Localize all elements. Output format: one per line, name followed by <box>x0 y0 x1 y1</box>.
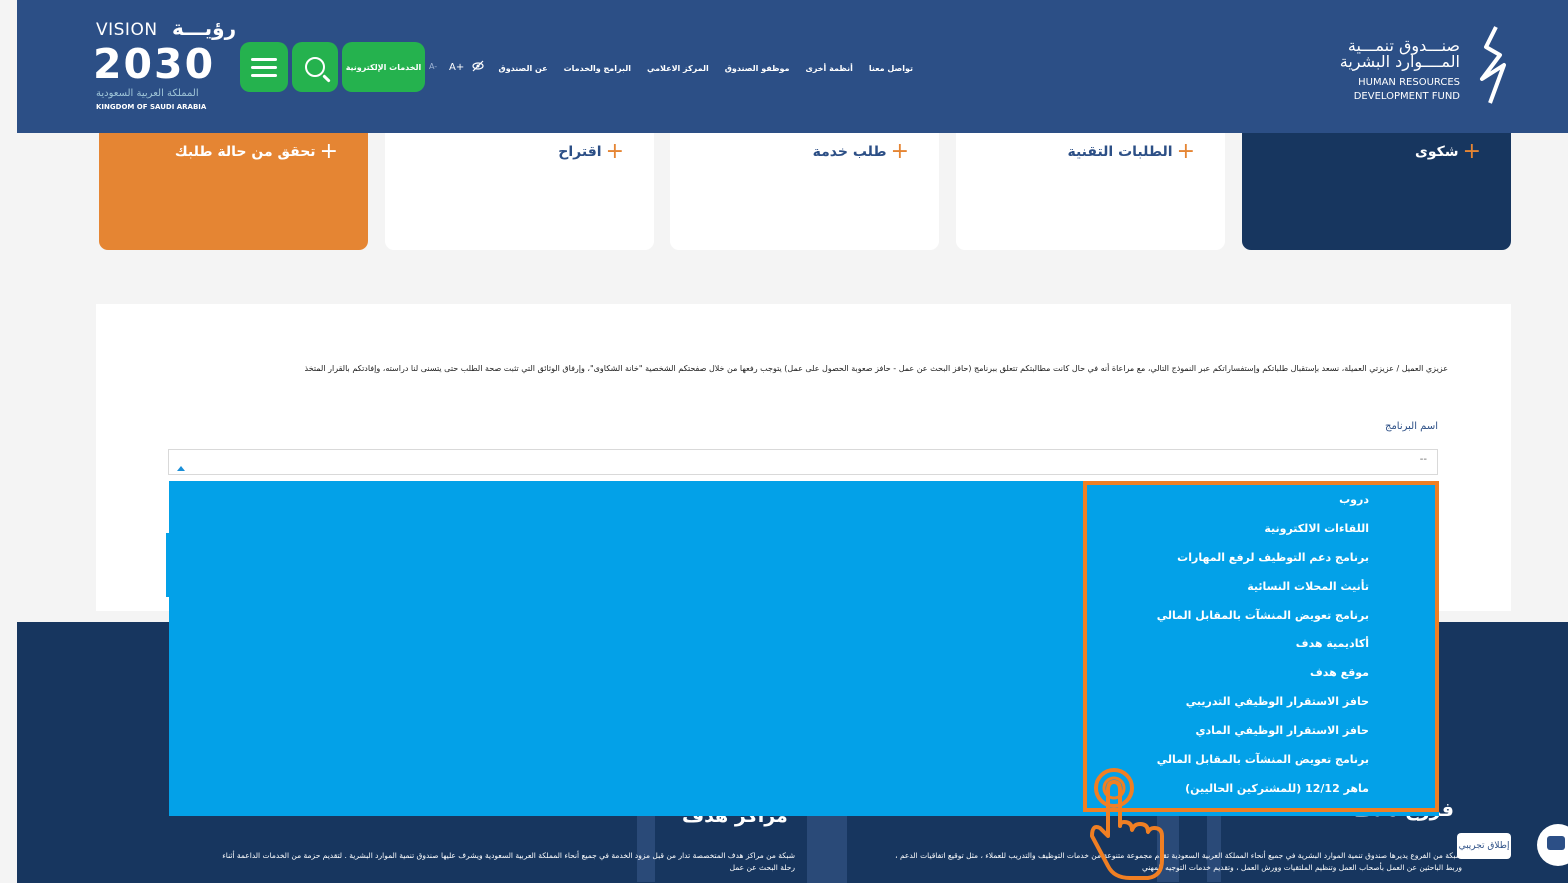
program-select-value: -- <box>1419 454 1427 465</box>
text-size-decrease[interactable]: A- <box>429 62 437 71</box>
plus-icon: + <box>1176 139 1195 164</box>
vision-kingdom-arabic: المملكة العربية السعودية <box>96 88 199 99</box>
nav-employees[interactable]: موظفو الصندوق <box>725 64 790 73</box>
nav-contact[interactable]: تواصل معنا <box>869 64 913 73</box>
vision-word: VISION <box>96 20 158 40</box>
service-request-card[interactable]: +طلب خدمة <box>670 133 939 250</box>
menu-button[interactable] <box>240 42 288 92</box>
hrdf-english-line2: DEVELOPMENT FUND <box>1353 91 1460 102</box>
complaint-card[interactable]: +شكوى <box>1242 133 1511 250</box>
options-highlight-box <box>1083 481 1439 812</box>
service-card-title: +طلب خدمة <box>812 139 909 164</box>
vision-year: 2030 <box>93 40 216 88</box>
program-name-select[interactable]: -- <box>168 449 1438 475</box>
nav-programs[interactable]: البرامج والخدمات <box>564 64 631 73</box>
branches-text: شبكة من الفروع يديرها صندوق تنمية الموار… <box>895 851 1462 872</box>
plus-icon: + <box>890 139 909 164</box>
search-icon <box>305 57 325 77</box>
search-button[interactable] <box>292 42 338 92</box>
plus-icon: + <box>1462 139 1481 164</box>
plus-icon: + <box>319 139 338 164</box>
hrdf-english-line1: HUMAN RESOURCES <box>1358 77 1460 88</box>
vision-kingdom-english: KINGDOM OF SAUDI ARABIA <box>96 103 207 111</box>
centers-text: شبكة من مراكز هدف المتخصصة تدار من قبل م… <box>222 851 795 872</box>
nav-about[interactable]: عن الصندوق <box>499 64 548 73</box>
caret-up-icon <box>177 466 185 471</box>
check-status-card[interactable]: +تحقق من حالة طلبك <box>99 133 368 250</box>
site-header: VISION رؤيـــة 2030 المملكة العربية السع… <box>17 0 1568 133</box>
e-services-button[interactable]: الخدمات الإلكترونية <box>342 42 425 92</box>
vision-arabic-word: رؤيـــة <box>172 16 237 40</box>
technical-requests-card[interactable]: +الطلبات التقنية <box>956 133 1225 250</box>
hrdf-mark-icon <box>1480 26 1506 104</box>
text-size-increase[interactable]: A+ <box>449 62 464 73</box>
main-nav: عن الصندوق البرامج والخدمات المركز الاعل… <box>499 64 913 73</box>
complaint-card-title: +شكوى <box>1415 139 1481 164</box>
hand-cursor-icon <box>1090 768 1164 880</box>
accessibility-eye-icon[interactable] <box>472 60 484 75</box>
hrdf-arabic-line2: المــــوارد البشرية <box>1339 52 1460 71</box>
nav-media[interactable]: المركز الاعلامي <box>647 64 709 73</box>
page: VISION رؤيـــة 2030 المملكة العربية السع… <box>0 0 1568 883</box>
nav-other-systems[interactable]: أنظمة أخرى <box>805 64 852 73</box>
form-notice: عزيزي العميل / عزيزتي العميلة، نسعد بإست… <box>304 364 1448 373</box>
trial-launch-button[interactable]: إطلاق تجريبي <box>1457 833 1511 859</box>
plus-icon: + <box>605 139 624 164</box>
chat-icon <box>1547 836 1565 850</box>
suggestion-card-title: +اقتراح <box>558 139 624 164</box>
program-name-label: اسم البرنامج <box>1385 421 1438 432</box>
suggestion-card[interactable]: +اقتراح <box>385 133 654 250</box>
hamburger-icon <box>251 53 277 82</box>
technical-card-title: +الطلبات التقنية <box>1067 139 1195 164</box>
status-card-title: +تحقق من حالة طلبك <box>174 139 338 164</box>
